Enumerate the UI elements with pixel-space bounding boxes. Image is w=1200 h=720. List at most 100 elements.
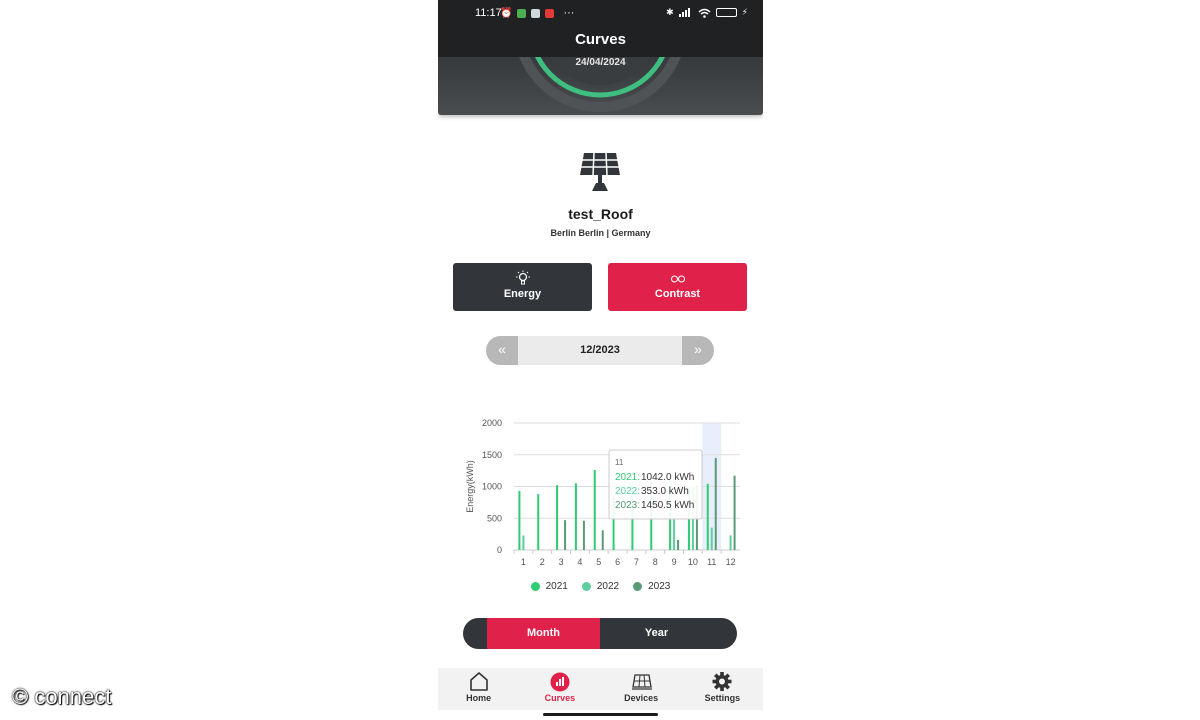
date-navigator: « 12/2023 » [486, 336, 714, 365]
header-panel: 24/04/2024 11:17 ⏰ ··· ✱ 76 ⚡ Curves [438, 0, 763, 115]
legend-item-2021[interactable]: 2021 [530, 581, 568, 592]
nav-curves-label: Curves [544, 693, 576, 703]
site-location: Berlin Berlin | Germany [550, 228, 651, 238]
battery-icon: 76 [715, 8, 737, 17]
bar-2022-12 [729, 535, 732, 550]
y-tick-label: 1500 [482, 450, 502, 460]
signal-icon [678, 8, 690, 17]
status-time: 11:17 [475, 7, 502, 19]
solar-panel-icon [580, 152, 620, 191]
more-notifications-icon: ··· [563, 7, 575, 19]
bar-2023-5 [601, 530, 604, 550]
y-tick-label: 2000 [482, 418, 502, 428]
charging-icon: ⚡ [741, 7, 748, 17]
y-tick-label: 500 [487, 513, 502, 523]
previous-period-button[interactable]: « [486, 336, 518, 365]
contrast-button[interactable]: Contrast [608, 263, 747, 311]
wifi-icon [698, 8, 711, 18]
bar-2021-5 [593, 469, 596, 550]
app-notification-icon [517, 8, 527, 18]
legend-label: 2022 [596, 581, 620, 592]
bar-2023-11 [714, 457, 717, 550]
tooltip-series-label: 2023: [615, 500, 640, 511]
phone-screen: 24/04/2024 11:17 ⏰ ··· ✱ 76 ⚡ Curves tes… [438, 0, 763, 720]
app-notification-icon [531, 8, 541, 18]
year-tab[interactable]: Year [600, 618, 713, 649]
x-tick-label: 5 [596, 557, 601, 567]
x-tick-label: 3 [559, 557, 564, 567]
bar-2022-9 [673, 518, 676, 550]
nav-home-label: Home [466, 693, 492, 703]
status-right: ✱ 76 ⚡ [666, 7, 748, 18]
x-tick-label: 12 [726, 557, 736, 567]
x-tick-label: 8 [653, 557, 658, 567]
x-tick-label: 9 [672, 557, 677, 567]
x-tick-label: 1 [521, 557, 526, 567]
bar-2023-4 [582, 520, 585, 550]
lightbulb-icon [515, 270, 530, 285]
y-tick-label: 1000 [482, 482, 502, 492]
bar-2021-11 [706, 483, 709, 550]
home-icon [469, 672, 488, 691]
energy-bar-chart[interactable]: 0500100015002000Energy(kWh)1 2 3 4 5 6 7 8 9 10 11… [458, 410, 748, 575]
tooltip-series-label: 2022: [615, 486, 640, 497]
solar-panel-icon [632, 674, 653, 690]
x-tick-label: 10 [688, 557, 698, 567]
contrast-button-label: Contrast [654, 288, 701, 300]
nav-home[interactable]: Home [438, 668, 519, 710]
y-tick-label: 0 [497, 545, 502, 555]
legend-item-2023[interactable]: 2023 [633, 581, 670, 592]
bar-2021-2 [537, 494, 540, 550]
legend-label: 2023 [648, 581, 671, 592]
month-tab[interactable]: Month [487, 618, 600, 649]
x-tick-label: 4 [577, 557, 582, 567]
nav-devices-label: Devices [624, 693, 659, 703]
notification-icons: ⏰ ··· [500, 7, 574, 19]
watermark-logo: © connect [12, 684, 112, 709]
glasses-icon [670, 275, 685, 283]
gear-icon [712, 672, 732, 691]
x-tick-label: 7 [634, 557, 639, 567]
nav-devices[interactable]: Devices [601, 668, 682, 710]
bar-2021-1 [518, 490, 521, 550]
tooltip-value: 1042.0 kWh [641, 472, 694, 483]
energy-button[interactable]: Energy [453, 263, 592, 311]
x-tick-label: 2 [540, 557, 545, 567]
bar-2021-3 [556, 485, 559, 550]
x-tick-label: 6 [615, 557, 620, 567]
nav-settings-label: Settings [704, 693, 741, 703]
bar-2023-9 [677, 539, 680, 550]
app-notification-icon [545, 8, 555, 18]
bar-2022-11 [710, 527, 713, 550]
bar-2022-1 [522, 535, 525, 550]
tooltip-value: 353.0 kWh [641, 486, 689, 497]
site-name: test_Roof [568, 206, 633, 222]
energy-button-label: Energy [503, 288, 542, 300]
alarm-icon: ⏰ [500, 7, 513, 19]
nav-settings[interactable]: Settings [682, 668, 763, 710]
home-indicator[interactable] [543, 713, 658, 716]
period-toggle: Month Year [463, 618, 737, 649]
y-axis-label: Energy(kWh) [465, 460, 475, 513]
page-title: Curves [438, 26, 763, 57]
tooltip-title: 11 [615, 458, 624, 467]
legend-dot [530, 582, 540, 591]
next-period-button[interactable]: » [682, 336, 714, 365]
legend-label: 2021 [545, 581, 568, 592]
battery-level: 76 [722, 9, 731, 16]
legend-item-2022[interactable]: 2022 [581, 581, 620, 592]
bar-2023-12 [733, 475, 736, 550]
tooltip-series-label: 2021: [615, 472, 640, 483]
legend-dot [633, 582, 643, 591]
selected-period: 12/2023 [580, 344, 620, 356]
chart-legend: 2021 2022 2023 [438, 581, 763, 592]
tooltip-value: 1450.5 kWh [641, 500, 694, 511]
status-bar: 11:17 ⏰ ··· ✱ 76 ⚡ [438, 0, 763, 26]
bottom-navigation: Home Curves Devices Settings [438, 668, 763, 710]
gauge-date: 24/04/2024 [575, 57, 626, 68]
legend-dot [581, 582, 591, 591]
bluetooth-icon: ✱ [666, 7, 674, 17]
chart-icon [550, 672, 570, 692]
x-tick-label: 11 [707, 557, 716, 567]
nav-curves[interactable]: Curves [519, 668, 600, 710]
